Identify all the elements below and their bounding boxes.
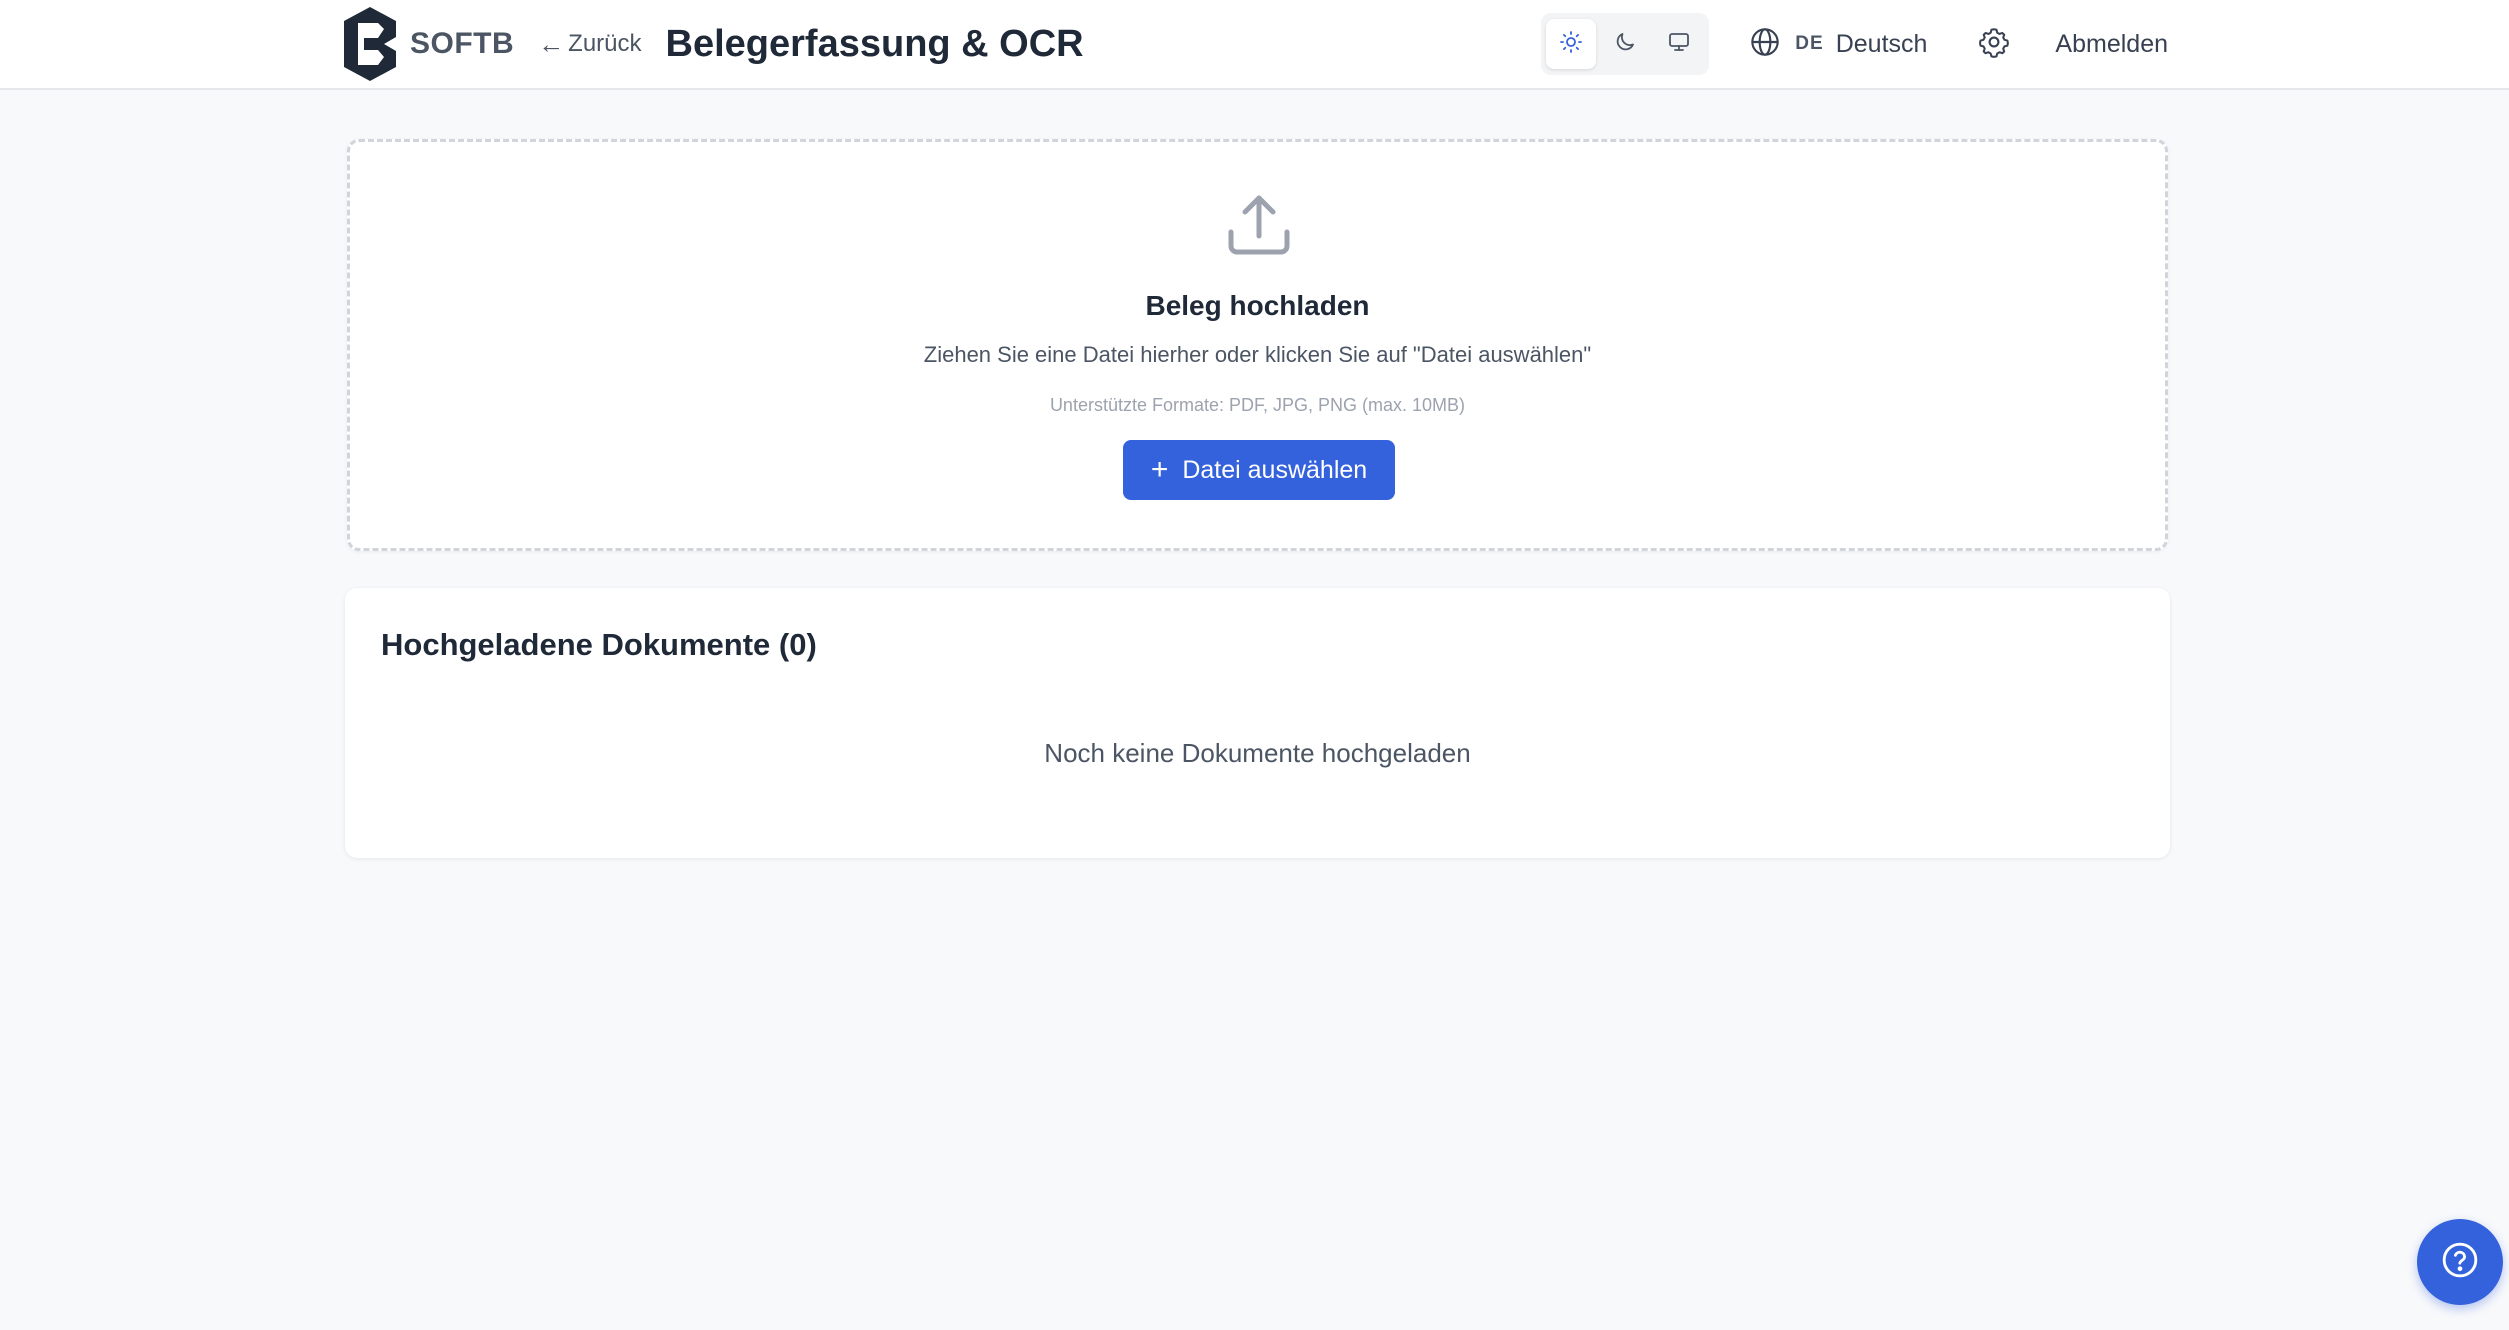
plus-icon: + <box>1150 453 1169 486</box>
language-selector[interactable]: DE Deutsch <box>1749 26 1927 63</box>
logo-text: SOFTB <box>410 27 515 60</box>
logout-button[interactable]: Abmelden <box>2055 30 2168 59</box>
upload-title: Beleg hochladen <box>1145 290 1370 321</box>
empty-state-text: Noch keine Dokumente hochgeladen <box>1044 738 1471 768</box>
help-icon <box>2441 1241 2479 1284</box>
page-title: Belegerfassung & OCR <box>665 22 1084 65</box>
language-code: DE <box>1795 33 1824 54</box>
monitor-icon <box>1667 30 1691 59</box>
theme-system-button[interactable] <box>1654 19 1704 69</box>
upload-dropzone[interactable]: Beleg hochladen Ziehen Sie eine Datei hi… <box>347 139 2168 551</box>
theme-switcher <box>1541 13 1710 75</box>
documents-title: Hochgeladene Dokumente (0) <box>381 627 817 662</box>
header-content: SOFTB ← Zurück Belegerfassung & OCR DE D… <box>344 0 2168 88</box>
sun-icon <box>1559 30 1583 59</box>
logo[interactable]: SOFTB <box>344 7 514 81</box>
gear-icon <box>1978 26 2010 63</box>
language-name: Deutsch <box>1835 29 1928 58</box>
theme-dark-button[interactable] <box>1600 19 1650 69</box>
settings-button[interactable] <box>1977 27 2011 61</box>
upload-icon <box>1226 194 1292 260</box>
arrow-left-icon: ← <box>538 28 565 59</box>
supported-formats: Unterstützte Formate: PDF, JPG, PNG (max… <box>1049 395 1466 415</box>
moon-icon <box>1613 30 1637 59</box>
globe-icon <box>1749 26 1781 63</box>
theme-light-button[interactable] <box>1546 19 1597 69</box>
top-bar: SOFTB ← Zurück Belegerfassung & OCR DE D… <box>0 0 2509 90</box>
choose-file-button[interactable]: + Datei auswählen <box>1123 440 1395 500</box>
uploaded-documents-panel: Hochgeladene Dokumente (0) Noch keine Do… <box>345 588 2170 858</box>
choose-file-label: Datei auswählen <box>1182 455 1368 484</box>
help-button[interactable] <box>2417 1219 2503 1305</box>
softb-logo-icon <box>344 7 396 81</box>
upload-hint: Ziehen Sie eine Datei hierher oder klick… <box>923 342 1592 367</box>
back-link[interactable]: ← Zurück <box>538 29 641 60</box>
back-label: Zurück <box>568 30 642 57</box>
